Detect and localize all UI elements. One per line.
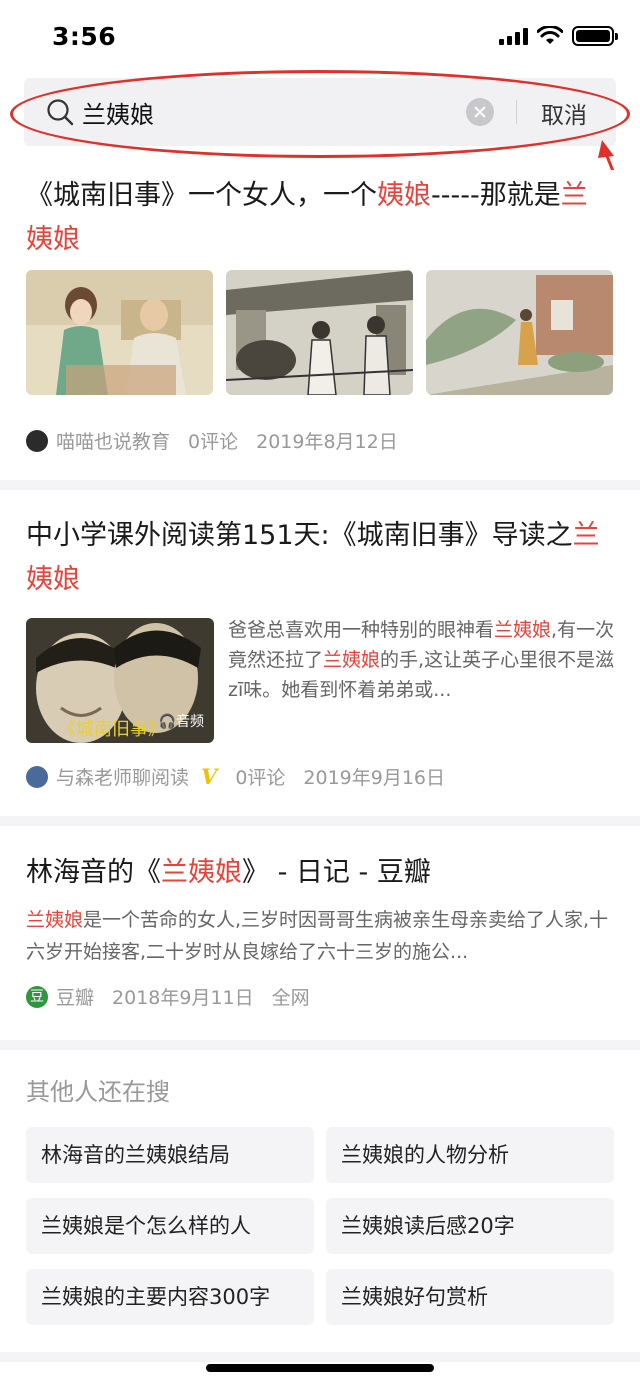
clear-icon[interactable] bbox=[466, 98, 494, 126]
headphones-icon: 🎧 bbox=[158, 714, 176, 730]
snippet-highlight: 兰姨娘 bbox=[494, 619, 552, 641]
title-text: 林海音的《 bbox=[26, 857, 161, 888]
divider bbox=[0, 816, 640, 826]
result-title[interactable]: 中小学课外阅读第151天:《城南旧事》导读之兰姨娘 bbox=[0, 490, 640, 602]
publish-date: 2019年8月12日 bbox=[256, 431, 398, 453]
cellular-signal-icon bbox=[499, 27, 528, 45]
search-bar[interactable]: 兰姨娘 取消 bbox=[24, 78, 616, 146]
search-icon bbox=[47, 99, 74, 126]
image-gallery bbox=[26, 270, 613, 395]
comment-count: 0评论 bbox=[235, 767, 286, 789]
snippet-text: 爸爸总喜欢用一种特别的眼神看 bbox=[228, 619, 495, 641]
search-input[interactable]: 兰姨娘 bbox=[82, 95, 154, 130]
related-searches-title: 其他人还在搜 bbox=[26, 1078, 170, 1106]
related-search-chip[interactable]: 兰姨娘的人物分析 bbox=[326, 1127, 614, 1183]
source-scope: 全网 bbox=[271, 987, 310, 1009]
result-image[interactable] bbox=[426, 270, 613, 395]
avatar bbox=[26, 765, 48, 788]
result-title[interactable]: 林海音的《兰姨娘》 - 日记 - 豆瓣 bbox=[0, 826, 640, 895]
result-thumbnail[interactable]: 《城南旧事》 🎧音频 bbox=[26, 618, 214, 743]
search-divider bbox=[516, 100, 517, 124]
snippet-highlight: 兰姨娘 bbox=[323, 649, 381, 671]
audio-tag: 🎧音频 bbox=[159, 711, 204, 731]
verified-badge: V bbox=[201, 764, 218, 789]
related-search-chip[interactable]: 兰姨娘的主要内容300字 bbox=[26, 1269, 314, 1325]
result-meta: 喵喵也说教育 0评论 2019年8月12日 bbox=[0, 427, 442, 454]
wifi-icon bbox=[537, 26, 563, 44]
result-card-2[interactable]: 中小学课外阅读第151天:《城南旧事》导读之兰姨娘 《城南旧事》 🎧音频 爸爸总… bbox=[0, 490, 640, 816]
thumbnail-caption: 《城南旧事》 bbox=[58, 719, 166, 740]
result-meta: 豆 豆瓣 2018年9月11日 全网 bbox=[0, 983, 354, 1010]
snippet-text: 是一个苦命的女人,三岁时因哥哥生病被亲生母亲卖给了人家,十六岁开始接客,二十岁时… bbox=[26, 909, 609, 963]
result-meta: 与森老师聊阅读 V 0评论 2019年9月16日 bbox=[0, 763, 489, 790]
cancel-button[interactable]: 取消 bbox=[541, 96, 587, 130]
result-snippet: 兰姨娘是一个苦命的女人,三岁时因哥哥生病被亲生母亲卖给了人家,十六岁开始接客,二… bbox=[26, 904, 616, 968]
result-card-3[interactable]: 林海音的《兰姨娘》 - 日记 - 豆瓣 兰姨娘是一个苦命的女人,三岁时因哥哥生病… bbox=[0, 826, 640, 1040]
result-image[interactable] bbox=[26, 270, 213, 395]
result-title[interactable]: 《城南旧事》一个女人，一个姨娘-----那就是兰姨娘 bbox=[0, 170, 640, 262]
title-text: 《城南旧事》一个女人，一个 bbox=[26, 180, 377, 211]
audio-label: 音频 bbox=[176, 714, 204, 730]
comment-count: 0评论 bbox=[188, 431, 239, 453]
author-name[interactable]: 喵喵也说教育 bbox=[56, 427, 170, 454]
home-indicator[interactable] bbox=[206, 1364, 434, 1372]
related-search-chip[interactable]: 兰姨娘是个怎么样的人 bbox=[26, 1198, 314, 1254]
divider bbox=[0, 1040, 640, 1050]
publish-date: 2018年9月11日 bbox=[112, 987, 254, 1009]
result-snippet: 爸爸总喜欢用一种特别的眼神看兰姨娘,有一次竟然还拉了兰姨娘的手,这让英子心里很不… bbox=[228, 615, 616, 705]
title-highlight: 姨娘 bbox=[377, 180, 431, 211]
divider bbox=[0, 1352, 640, 1362]
related-search-chip[interactable]: 兰姨娘好句赏析 bbox=[326, 1269, 614, 1325]
title-highlight: 兰姨娘 bbox=[161, 857, 242, 888]
divider bbox=[0, 480, 640, 490]
title-text: 》 - 日记 - 豆瓣 bbox=[242, 857, 431, 888]
status-bar: 3:56 bbox=[0, 0, 640, 72]
snippet-highlight: 兰姨娘 bbox=[26, 909, 84, 931]
related-search-chip[interactable]: 兰姨娘读后感20字 bbox=[326, 1198, 614, 1254]
title-text: 中小学课外阅读第151天:《城南旧事》导读之 bbox=[26, 520, 573, 551]
avatar bbox=[26, 429, 48, 452]
author-name[interactable]: 与森老师聊阅读 bbox=[56, 763, 189, 790]
status-icons bbox=[499, 26, 618, 46]
status-time: 3:56 bbox=[52, 22, 117, 51]
publish-date: 2019年9月16日 bbox=[303, 767, 446, 789]
result-card-1[interactable]: 《城南旧事》一个女人，一个姨娘-----那就是兰姨娘 喵喵也说教育 0评论 20… bbox=[0, 170, 640, 480]
related-search-chip[interactable]: 林海音的兰姨娘结局 bbox=[26, 1127, 314, 1183]
douban-icon: 豆 bbox=[26, 985, 48, 1008]
title-text: -----那就是 bbox=[431, 180, 561, 211]
result-image[interactable] bbox=[226, 270, 413, 395]
battery-icon bbox=[572, 26, 618, 46]
source-name[interactable]: 豆瓣 bbox=[56, 983, 94, 1010]
